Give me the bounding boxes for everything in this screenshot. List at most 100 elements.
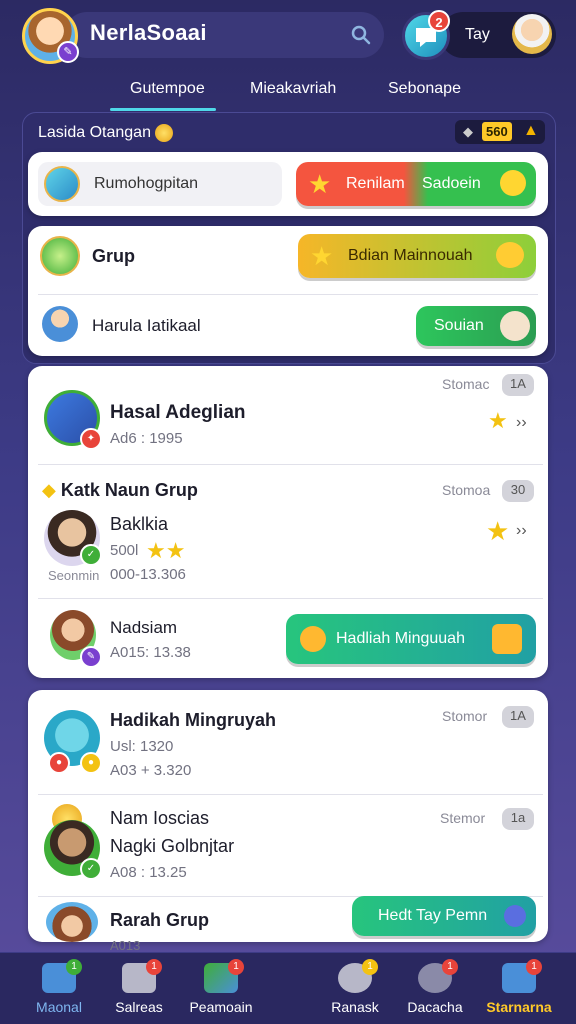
nav-label: Salreas [115, 999, 163, 1015]
nav-ranask[interactable]: 1 Ranask [310, 953, 400, 1024]
source-button[interactable]: Souian [416, 306, 536, 346]
nav-badge: 1 [442, 959, 458, 975]
nav-salreas[interactable]: 1 Salreas [94, 953, 184, 1024]
reward-button[interactable]: ★ Renilam Sadoein [296, 162, 536, 206]
item-meta: A013 [110, 938, 141, 953]
item-status: Stomac [442, 376, 490, 392]
active-tab-indicator [110, 108, 216, 111]
divider [38, 598, 543, 599]
treasure-icon [500, 170, 526, 196]
reward-claim-label: Hadliah Minguuah [336, 630, 465, 647]
chevron-right-icon[interactable]: ›› [516, 522, 527, 540]
nav-badge: 1 [66, 959, 82, 975]
item-title: Rarah Grup [110, 910, 210, 930]
nav-badge: 1 [362, 959, 378, 975]
item-status: Stomoa [442, 482, 491, 498]
edit-badge: ✎ [80, 646, 102, 668]
side-label: Seonmin [48, 568, 100, 583]
item-title: Nadsiam [110, 618, 178, 637]
item-meta-2: 000-13.306 [110, 566, 186, 583]
help-button-label: Hedt Tay Pemn [378, 907, 488, 924]
item-pill: 1A [502, 706, 534, 728]
tab-mieakavriah[interactable]: Mieakavriah [250, 80, 336, 98]
item-meta: 500l [110, 542, 139, 559]
nav-badge: 1 [526, 959, 542, 975]
heart-icon: ◆ [42, 480, 56, 500]
tab-bar: Gutempoe Mieakavriah Sebonape [0, 74, 576, 114]
divider [38, 794, 543, 795]
user-avatar [46, 902, 98, 942]
item-meta-2: A03 + 3.320 [110, 762, 192, 779]
item-status: Stemor [440, 810, 486, 826]
face-icon [500, 311, 530, 341]
group-card: Grup ★ Bdian Mainnouah Harula Iatikaal S… [28, 226, 548, 356]
panel-title: Lasida Otangan [38, 124, 173, 142]
nav-badge: 1 [146, 959, 162, 975]
avatar-edit-icon: ✎ [57, 41, 79, 63]
tab-sebonape[interactable]: Sebonape [388, 80, 461, 98]
section-title: ◆ Katk Naun Grup [42, 480, 198, 500]
group-icon [40, 236, 80, 276]
nav-label: Dacacha [407, 999, 463, 1015]
item-pill: 1A [502, 374, 534, 396]
coin-stack-icon [496, 242, 524, 268]
diamond-icon: ◆ [463, 124, 473, 139]
reward-button-label: Renilam [346, 175, 405, 192]
search-placeholder: Rumohogpitan [94, 175, 199, 192]
farmer-avatar [42, 306, 78, 342]
item-meta: A015: 13.38 [110, 644, 191, 661]
group-reward-button[interactable]: ★ Bdian Mainnouah [298, 234, 536, 278]
star-icon: ★★ [146, 538, 186, 563]
badge-icon: ● [48, 752, 70, 774]
star-icon: ★ [308, 169, 332, 199]
nav-label: Peamoain [189, 999, 253, 1015]
cube-icon [44, 166, 80, 202]
nav-dacacha[interactable]: 1 Dacacha [390, 953, 480, 1024]
user-avatar[interactable]: ✎ [22, 8, 79, 64]
tab-gutempoe[interactable]: Gutempoe [130, 80, 205, 98]
item-meta: Ad6 : 1995 [110, 430, 183, 447]
star-icon: ★ [488, 408, 508, 433]
user-label: Harula Iatikaal [92, 316, 201, 335]
nav-label: Starnarna [486, 999, 552, 1015]
star-icon: ★ [310, 241, 334, 271]
list-card-1: ✦ Hasal Adeglian Ad6 : 1995 Stomac 1A ★ … [28, 366, 548, 678]
info-icon [504, 905, 526, 927]
divider [38, 464, 543, 465]
item-title: Baklkia [110, 514, 169, 534]
item-title: Hadikah Mingruyah [110, 710, 277, 730]
online-badge: ✓ [80, 544, 102, 566]
item-pill: 30 [502, 480, 534, 502]
help-button[interactable]: Hedt Tay Pemn [352, 896, 536, 936]
profile-name: Tay [465, 26, 490, 43]
score-value: 560 [482, 122, 512, 141]
nav-starnarna[interactable]: 1 Starnarna [474, 953, 564, 1024]
nav-label: Maonal [36, 999, 82, 1015]
group-reward-label: Bdian Mainnouah [348, 247, 473, 264]
profile-avatar[interactable] [512, 14, 552, 54]
item-status: Stomor [442, 708, 488, 724]
item-meta: A08 : 13.25 [110, 864, 187, 881]
divider [38, 294, 538, 295]
nav-badge: 1 [228, 959, 244, 975]
chat-badge: 2 [428, 10, 450, 32]
item-subtitle: Nagki Golbnjtar [110, 836, 235, 856]
search-row-card: Rumohogpitan ★ Renilam Sadoein [28, 152, 548, 216]
chevron-right-icon[interactable]: ›› [516, 414, 527, 432]
nav-peamoain[interactable]: 1 Peamoain [176, 953, 266, 1024]
coin-badge: ● [80, 752, 102, 774]
gift-icon [300, 626, 326, 652]
nav-maonal[interactable]: 1 Maonal [14, 953, 104, 1024]
reward-button-label-right: Sadoein [422, 175, 481, 192]
search-field[interactable]: Rumohogpitan [38, 162, 282, 206]
chest-icon [492, 624, 522, 654]
item-meta: Usl: 1320 [110, 738, 174, 755]
source-button-label: Souian [434, 317, 484, 334]
reward-claim-button[interactable]: Hadliah Minguuah [286, 614, 536, 664]
nav-label: Ranask [331, 999, 379, 1015]
item-title: Hasal Adeglian [110, 402, 246, 423]
item-pill: 1a [502, 808, 534, 830]
app-title: NerlaSoaai [90, 20, 207, 45]
bottom-nav: 1 Maonal 1 Salreas 1 Peamoain 1 Ranask 1… [0, 952, 576, 1024]
search-icon[interactable] [350, 24, 372, 46]
